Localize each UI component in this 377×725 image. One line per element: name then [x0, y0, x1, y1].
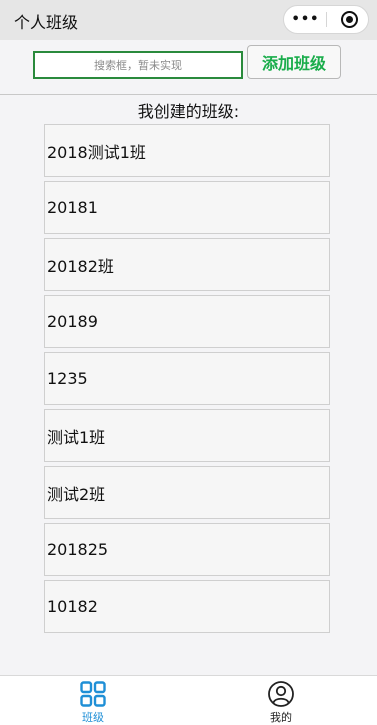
class-item[interactable]: 1235: [44, 352, 330, 405]
close-circle-icon: [340, 11, 358, 28]
tab-label: 我的: [270, 711, 292, 724]
class-item[interactable]: 2018测试1班: [44, 124, 330, 177]
tab-label: 班级: [82, 711, 104, 724]
search-input[interactable]: [33, 51, 243, 79]
class-item[interactable]: 20182班: [44, 238, 330, 291]
tab-me[interactable]: 我的: [241, 676, 321, 725]
capsule-divider: [326, 12, 327, 27]
page-title: 个人班级: [14, 13, 79, 32]
section-title: 我创建的班级:: [137, 102, 240, 121]
navigation-bar: 个人班级 •••: [0, 0, 377, 40]
class-item[interactable]: 20181: [44, 181, 330, 234]
more-menu-button[interactable]: •••: [284, 6, 327, 33]
header-divider: [0, 94, 377, 95]
user-icon: [268, 681, 294, 707]
menu-capsule: •••: [283, 5, 369, 34]
tab-bar: 班级 我的: [0, 675, 377, 725]
add-class-button[interactable]: 添加班级: [247, 45, 341, 79]
class-item[interactable]: 20189: [44, 295, 330, 348]
class-item[interactable]: 201825: [44, 523, 330, 576]
close-button[interactable]: [328, 6, 370, 33]
tab-classes[interactable]: 班级: [53, 676, 133, 725]
class-item[interactable]: 测试2班: [44, 466, 330, 519]
class-list: 2018测试1班 20181 20182班 20189 1235 测试1班 测试…: [44, 124, 330, 637]
class-item[interactable]: 测试1班: [44, 409, 330, 462]
more-dots-icon: •••: [291, 12, 320, 27]
grid-icon: [80, 681, 106, 707]
class-item[interactable]: 10182: [44, 580, 330, 633]
